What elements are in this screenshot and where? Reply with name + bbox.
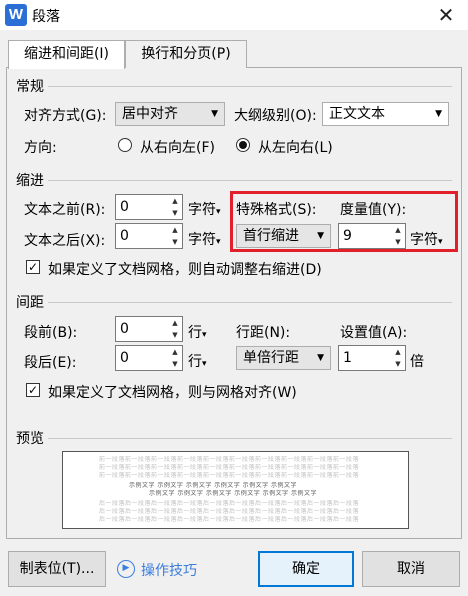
indent-before-unit[interactable]: 字符▾ [188, 199, 221, 219]
auto-adjust-checkbox[interactable]: ✓ [26, 260, 40, 274]
align-value: 居中对齐 [122, 106, 178, 122]
indent-before-label: 文本之前(R): [24, 202, 106, 218]
chevron-down-icon: ▾ [216, 237, 221, 247]
preview-prev-line: 前一段落前一段落前一段落前一段落前一段落前一段落前一段落前一段落前一段落前一段落 [99, 464, 360, 471]
indent-before-value: 0 [120, 199, 129, 215]
chevron-down-icon: ▾ [202, 330, 207, 340]
spin-down-icon[interactable]: ▼ [168, 236, 182, 248]
ok-button[interactable]: 确定 [258, 551, 354, 587]
space-before-input[interactable]: 0 ▲ ▼ [115, 316, 183, 342]
divider [48, 86, 452, 87]
preview-sample-line: 示例文字 示例文字 示例文字 示例文字 示例文字 示例文字 [129, 482, 298, 489]
indent-after-unit[interactable]: 字符▾ [188, 229, 221, 249]
auto-adjust-label: 如果定义了文档网格，则自动调整右缩进(D) [48, 262, 322, 278]
outline-select[interactable]: 正文文本 ▼ [322, 102, 449, 126]
indent-after-label: 文本之后(X): [24, 233, 106, 249]
spin-up-icon[interactable]: ▲ [168, 317, 182, 329]
outline-label: 大纲级别(O): [234, 108, 317, 124]
preview-sample-line: 示例文字 示例文字 示例文字 示例文字 示例文字 示例文字 [149, 490, 318, 497]
space-after-input[interactable]: 0 ▲ ▼ [115, 345, 183, 371]
highlight-box [230, 191, 458, 252]
section-general-title: 常规 [16, 79, 44, 95]
divider [48, 438, 452, 439]
spin-down-icon[interactable]: ▼ [168, 358, 182, 370]
cancel-button[interactable]: 取消 [362, 551, 460, 587]
spin-down-icon[interactable]: ▼ [391, 358, 405, 370]
dialog-title: 段落 [32, 9, 60, 25]
set-value-input[interactable]: 1 ▲ ▼ [338, 345, 406, 371]
tab-stops-button[interactable]: 制表位(T)... [8, 551, 106, 587]
close-icon[interactable]: ✕ [432, 1, 460, 29]
preview-next-line: 后一段落后一段落后一段落后一段落后一段落后一段落后一段落后一段落后一段落后一段落 [99, 508, 360, 515]
chevron-down-icon: ▾ [216, 207, 221, 217]
align-label: 对齐方式(G): [24, 108, 107, 124]
indent-before-input[interactable]: 0 ▲ ▼ [115, 194, 183, 220]
direction-label: 方向: [24, 140, 57, 156]
indent-after-value: 0 [120, 228, 129, 244]
spin-up-icon[interactable]: ▲ [391, 346, 405, 358]
paragraph-preview: 前一段落前一段落前一段落前一段落前一段落前一段落前一段落前一段落前一段落前一段落… [62, 451, 409, 529]
title-bar [0, 0, 468, 30]
space-after-unit[interactable]: 行▾ [188, 351, 207, 371]
direction-ltr-radio[interactable] [236, 138, 250, 152]
align-select[interactable]: 居中对齐 ▼ [115, 102, 225, 126]
line-spacing-value: 单倍行距 [243, 350, 299, 366]
outline-value: 正文文本 [329, 106, 385, 122]
space-before-unit[interactable]: 行▾ [188, 322, 207, 342]
set-value-label: 设置值(A): [340, 325, 408, 341]
space-before-value: 0 [120, 321, 129, 337]
spin-down-icon[interactable]: ▼ [168, 207, 182, 219]
direction-rtl-label: 从右向左(F) [140, 140, 215, 156]
tab-indent-spacing[interactable]: 缩进和间距(I) [8, 40, 125, 69]
divider [48, 302, 452, 303]
spin-up-icon[interactable]: ▲ [168, 346, 182, 358]
preview-next-line: 后一段落后一段落后一段落后一段落后一段落后一段落后一段落后一段落后一段落后一段落 [99, 516, 360, 523]
preview-next-line: 后一段落后一段落后一段落后一段落后一段落后一段落后一段落后一段落后一段落后一段落 [99, 500, 360, 507]
direction-rtl-radio[interactable] [118, 138, 132, 152]
chevron-down-icon: ▼ [211, 109, 218, 119]
snap-grid-checkbox[interactable]: ✓ [26, 383, 40, 397]
snap-grid-label: 如果定义了文档网格，则与网格对齐(W) [48, 385, 297, 401]
section-preview-title: 预览 [16, 431, 44, 447]
wps-writer-icon: W [5, 4, 27, 26]
section-indent-title: 缩进 [16, 173, 44, 189]
chevron-down-icon: ▾ [202, 359, 207, 369]
space-after-label: 段后(E): [24, 355, 77, 371]
set-value-value: 1 [343, 350, 352, 366]
tips-link[interactable]: 操作技巧 [141, 560, 197, 580]
line-spacing-label: 行距(N): [236, 325, 291, 341]
spin-down-icon[interactable]: ▼ [168, 329, 182, 341]
space-before-label: 段前(B): [24, 325, 78, 341]
space-after-value: 0 [120, 350, 129, 366]
preview-prev-line: 前一段落前一段落前一段落前一段落前一段落前一段落前一段落前一段落前一段落前一段落 [99, 472, 360, 479]
divider [48, 180, 452, 181]
tab-line-page-breaks[interactable]: 换行和分页(P) [125, 40, 247, 68]
set-value-unit: 倍 [410, 354, 424, 370]
line-spacing-select[interactable]: 单倍行距 ▼ [236, 346, 331, 370]
spin-up-icon[interactable]: ▲ [168, 224, 182, 236]
play-icon[interactable]: ▶ [117, 560, 135, 578]
preview-prev-line: 前一段落前一段落前一段落前一段落前一段落前一段落前一段落前一段落前一段落前一段落 [99, 456, 360, 463]
chevron-down-icon: ▼ [435, 109, 442, 119]
direction-ltr-label: 从左向右(L) [258, 140, 333, 156]
section-spacing-title: 间距 [16, 295, 44, 311]
indent-after-input[interactable]: 0 ▲ ▼ [115, 223, 183, 249]
spin-up-icon[interactable]: ▲ [168, 195, 182, 207]
chevron-down-icon: ▼ [317, 353, 324, 363]
